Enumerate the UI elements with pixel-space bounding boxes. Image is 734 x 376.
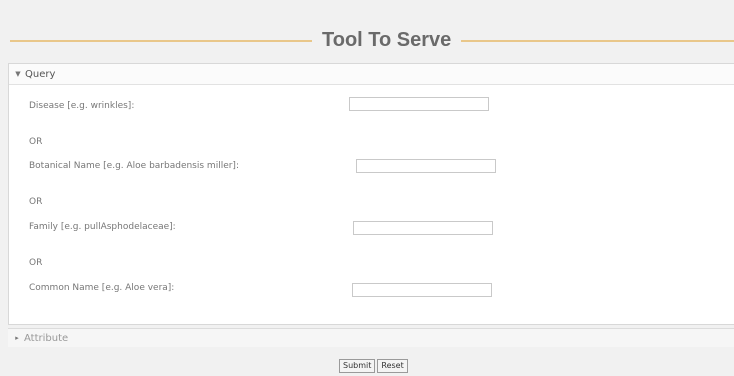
botanical-name-input[interactable] [356, 159, 496, 173]
title-bar: Tool To Serve [10, 16, 734, 60]
family-input[interactable] [353, 221, 493, 235]
attribute-section-label: Attribute [24, 332, 69, 344]
caret-down-icon: ▼ [15, 70, 21, 78]
caret-right-icon: ▸ [15, 334, 19, 342]
reset-button[interactable]: Reset [377, 359, 408, 373]
family-label: Family [e.g. pullAsphodelaceae]: [29, 222, 176, 232]
query-panel: ▼ Query Disease [e.g. wrinkles]: OR Bota… [8, 63, 734, 325]
query-section-header[interactable]: ▼ Query [9, 64, 734, 85]
submit-button[interactable]: Submit [339, 359, 376, 373]
or-separator: OR [29, 258, 43, 268]
common-name-label: Common Name [e.g. Aloe vera]: [29, 283, 175, 293]
attribute-section-header[interactable]: ▸ Attribute [8, 328, 734, 347]
or-separator: OR [29, 137, 43, 147]
or-separator: OR [29, 197, 43, 207]
disease-label: Disease [e.g. wrinkles]: [29, 101, 135, 111]
page-title: Tool To Serve [312, 29, 462, 52]
form-actions: Submit Reset [339, 359, 408, 373]
common-name-input[interactable] [352, 283, 492, 297]
query-section-label: Query [25, 68, 56, 80]
disease-input[interactable] [349, 97, 489, 111]
botanical-name-label: Botanical Name [e.g. Aloe barbadensis mi… [29, 161, 239, 171]
